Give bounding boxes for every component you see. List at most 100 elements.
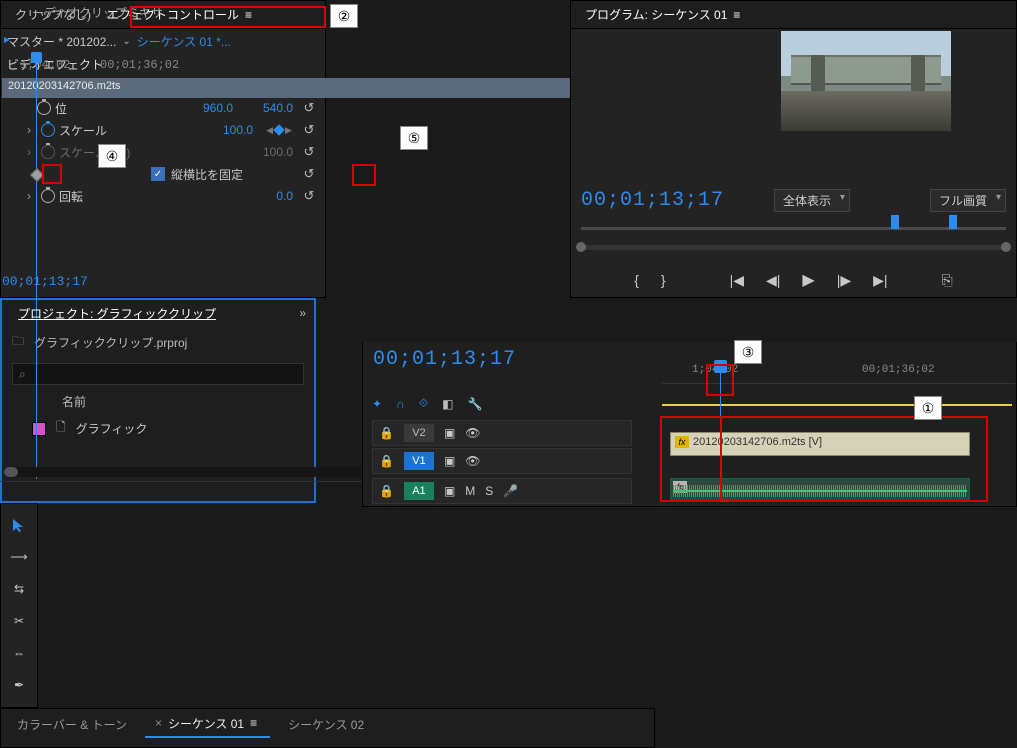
sparkle-icon[interactable]: ✦: [372, 397, 382, 411]
lift-icon[interactable]: ⎘: [942, 272, 953, 289]
lock-icon[interactable]: 🔒: [379, 426, 394, 440]
chevron-down-icon[interactable]: ⌄: [122, 36, 130, 47]
project-title-tab[interactable]: プロジェクト: グラフィッククリップ: [10, 301, 224, 326]
ruler-tick-label: 00;01;36;02: [862, 364, 935, 376]
prev-keyframe-icon[interactable]: ◀: [266, 125, 273, 136]
master-clip-label[interactable]: マスター * 201202...: [7, 33, 116, 50]
pen-tool-icon[interactable]: ✒: [8, 674, 30, 696]
annotation-callout-1: ①: [914, 396, 942, 420]
reset-icon[interactable]: ↺: [299, 144, 319, 160]
program-title[interactable]: プログラム: シーケンス 01 ≡: [577, 2, 751, 27]
close-tab-icon[interactable]: ×: [155, 716, 162, 730]
voice-record-icon[interactable]: 🎤: [503, 484, 518, 498]
settings-wrench-icon[interactable]: 🔧: [468, 397, 483, 411]
stopwatch-icon[interactable]: [37, 101, 51, 115]
scale-value[interactable]: 100.0: [199, 123, 259, 137]
timeline-tabs: カラーバー & トーン × シーケンス 01 ≡ シーケンス 02: [1, 709, 654, 739]
eye-icon[interactable]: 👁: [465, 454, 480, 468]
project-file-name: グラフィッククリップ.prproj: [34, 334, 187, 351]
reset-icon[interactable]: ↺: [299, 100, 319, 116]
lock-icon[interactable]: 🔒: [379, 454, 394, 468]
solo-button[interactable]: S: [485, 484, 493, 498]
scale-width-row: › スケール (幅) 100.0 ↺: [1, 141, 325, 163]
panel-menu-icon[interactable]: ≡: [250, 716, 260, 730]
go-to-out-icon[interactable]: ▶|: [873, 272, 887, 289]
reset-icon[interactable]: ↺: [299, 122, 319, 138]
reset-icon[interactable]: ↺: [299, 166, 319, 182]
sequence-link[interactable]: シーケンス 01 *...: [137, 33, 231, 50]
next-keyframe-icon[interactable]: ▶: [285, 125, 292, 136]
zoom-fit-dropdown[interactable]: 全体表示: [774, 189, 850, 212]
timeline-tab-active[interactable]: × シーケンス 01 ≡: [145, 711, 270, 738]
clip-master-row: マスター * 201202... ⌄ シーケンス 01 *...: [1, 29, 325, 53]
add-keyframe-icon[interactable]: [273, 124, 284, 135]
effect-controls-panel: クリップなし) エフェクトコントロール ≡ マスター * 201202... ⌄…: [0, 0, 326, 298]
project-search-input[interactable]: ⌕: [12, 363, 304, 385]
program-video-preview[interactable]: [781, 31, 951, 131]
scrub-playhead-marker[interactable]: [949, 215, 957, 229]
annotation-box-5: [352, 164, 376, 186]
track-select-tool-icon[interactable]: ⟶: [8, 546, 30, 568]
timeline-tab[interactable]: カラーバー & トーン: [7, 712, 137, 737]
program-header: プログラム: シーケンス 01 ≡: [571, 1, 1016, 29]
panel-menu-icon[interactable]: ≡: [733, 8, 743, 22]
column-header-name[interactable]: 名前: [2, 389, 314, 414]
program-zoom-bar[interactable]: [577, 245, 1010, 253]
effect-playhead[interactable]: [36, 58, 37, 479]
reset-icon[interactable]: ↺: [299, 188, 319, 204]
project-item-row[interactable]: 🗋 グラフィック: [2, 414, 314, 443]
toggle-output-icon[interactable]: ▣: [444, 454, 455, 468]
panel-menu-icon[interactable]: ≡: [245, 8, 255, 22]
mute-button[interactable]: M: [465, 484, 475, 498]
go-to-in-icon[interactable]: |◀: [730, 272, 744, 289]
toggle-output-icon[interactable]: ▣: [444, 426, 455, 440]
program-info-row: 00;01;13;17 全体表示 フル画質: [581, 189, 1006, 212]
track-header-v2[interactable]: 🔒 V2 ▣ 👁: [372, 420, 632, 446]
overflow-icon[interactable]: »: [299, 306, 306, 320]
position-row: 位 960.0 540.0 ↺: [1, 97, 325, 119]
mark-in-icon[interactable]: {: [634, 272, 639, 288]
tab-audio-clip-mixer[interactable]: ーディオクリップミキサ: [32, 4, 163, 21]
track-label-v2[interactable]: V2: [404, 424, 434, 442]
label-color-swatch[interactable]: [32, 422, 46, 436]
twirl-right-icon[interactable]: ›: [27, 123, 41, 137]
pin-playhead-icon[interactable]: ▸: [4, 32, 10, 46]
video-clip[interactable]: fx20120203142706.m2ts [V]: [670, 432, 970, 456]
step-back-icon[interactable]: ◀|: [766, 272, 780, 289]
scrub-in-marker[interactable]: [891, 215, 899, 229]
toggle-output-icon[interactable]: ▣: [444, 484, 455, 498]
audio-clip[interactable]: fx: [670, 478, 970, 502]
slip-tool-icon[interactable]: ⇔: [8, 642, 30, 664]
work-area-bar[interactable]: [662, 404, 1012, 406]
eye-icon[interactable]: 👁: [465, 426, 480, 440]
ripple-edit-tool-icon[interactable]: ⇆: [8, 578, 30, 600]
uniform-scale-checkbox[interactable]: ✓: [151, 167, 165, 181]
track-label-v1[interactable]: V1: [404, 452, 434, 470]
timeline-tab[interactable]: シーケンス 02: [278, 712, 374, 737]
track-header-a1[interactable]: 🔒 A1 ▣ M S 🎤: [372, 478, 632, 504]
timeline-toggle-row: ✦ ∩ ⟐ ◧ 🔧: [372, 396, 482, 411]
position-x-value[interactable]: 960.0: [179, 101, 239, 115]
quality-dropdown[interactable]: フル画質: [930, 189, 1006, 212]
position-y-value[interactable]: 540.0: [239, 101, 299, 115]
linked-selection-icon[interactable]: ⟐: [419, 396, 428, 411]
stopwatch-icon[interactable]: [41, 189, 55, 203]
program-timecode[interactable]: 00;01;13;17: [581, 189, 724, 212]
track-header-v1[interactable]: 🔒 V1 ▣ 👁: [372, 448, 632, 474]
rotation-value[interactable]: 0.0: [239, 189, 299, 203]
uniform-scale-row: ✓ 縦横比を固定 ↺: [1, 163, 325, 185]
program-scrubber[interactable]: [581, 219, 1006, 237]
play-icon[interactable]: ▶: [802, 270, 814, 290]
track-label-a1[interactable]: A1: [404, 482, 434, 500]
lock-icon[interactable]: 🔒: [379, 484, 394, 498]
stopwatch-on-icon[interactable]: [41, 123, 55, 137]
selection-tool-icon[interactable]: [8, 514, 30, 536]
mark-out-icon[interactable]: }: [661, 272, 666, 288]
tools-panel: ⟶ ⇆ ✂ ⇔ ✒: [0, 503, 38, 708]
razor-tool-icon[interactable]: ✂: [8, 610, 30, 632]
twirl-right-icon[interactable]: ›: [27, 189, 41, 203]
step-forward-icon[interactable]: |▶: [837, 272, 851, 289]
effect-panel-timecode[interactable]: 00;01;13;17: [2, 274, 88, 289]
marker-icon[interactable]: ◧: [442, 397, 453, 411]
snap-magnet-icon[interactable]: ∩: [396, 397, 405, 411]
